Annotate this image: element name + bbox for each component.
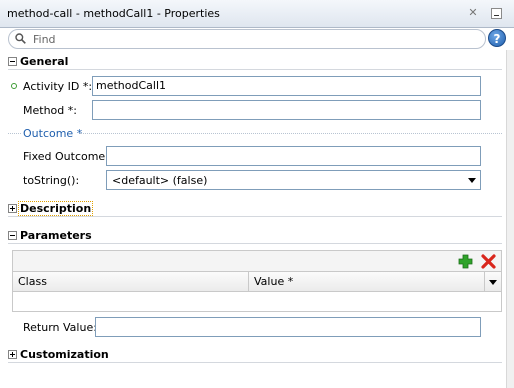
section-title-customization[interactable]: Customization — [20, 348, 109, 361]
column-menu-button[interactable] — [485, 272, 501, 292]
close-icon[interactable]: ✕ — [467, 7, 479, 19]
minimize-icon[interactable] — [491, 8, 502, 19]
collapse-parameters-icon[interactable] — [8, 231, 17, 240]
section-title-parameters[interactable]: Parameters — [20, 229, 92, 242]
title-bar: method-call - methodCall1 - Properties ✕ — [0, 0, 514, 28]
expand-customization-icon[interactable] — [8, 350, 17, 359]
help-icon[interactable]: ? — [488, 29, 506, 47]
section-separator — [8, 69, 502, 70]
outcome-group-label: Outcome * — [23, 127, 83, 140]
delete-icon[interactable] — [481, 254, 496, 269]
parameters-toolbar — [13, 251, 501, 272]
return-value-field[interactable] — [95, 317, 481, 337]
tostring-label: toString(): — [23, 174, 80, 187]
parameters-table: Class Value * — [12, 250, 502, 312]
search-input[interactable] — [33, 31, 473, 47]
section-separator — [8, 362, 502, 363]
outcome-divider-left — [8, 133, 21, 134]
fixed-outcome-field[interactable] — [106, 146, 481, 166]
vertical-scrollbar[interactable] — [506, 50, 514, 388]
properties-content: General Activity ID *: methodCall1 Metho… — [0, 50, 506, 388]
tostring-select[interactable]: <default> (false) — [106, 170, 481, 190]
fixed-outcome-label: Fixed Outcome: — [23, 150, 109, 163]
method-field[interactable] — [92, 100, 481, 120]
add-icon[interactable] — [458, 254, 473, 269]
column-header-class[interactable]: Class — [13, 272, 249, 292]
section-separator — [8, 216, 502, 217]
column-header-value[interactable]: Value * — [249, 272, 485, 292]
activity-id-label: Activity ID *: — [23, 80, 93, 93]
collapse-general-icon[interactable] — [8, 57, 17, 66]
expand-description-icon[interactable] — [8, 204, 17, 213]
tostring-selected-value: <default> (false) — [112, 174, 208, 187]
chevron-down-icon — [468, 178, 476, 183]
method-label: Method *: — [23, 104, 77, 117]
outcome-divider-right — [80, 133, 502, 134]
search-box[interactable] — [8, 29, 486, 49]
required-indicator-icon — [11, 83, 17, 89]
section-title-general[interactable]: General — [20, 55, 68, 68]
window-title: method-call - methodCall1 - Properties — [7, 7, 220, 20]
activity-id-field[interactable]: methodCall1 — [92, 76, 481, 96]
search-icon — [15, 33, 26, 44]
section-separator — [8, 243, 502, 244]
return-value-label: Return Value: — [23, 321, 97, 334]
section-title-description[interactable]: Description — [17, 201, 94, 216]
